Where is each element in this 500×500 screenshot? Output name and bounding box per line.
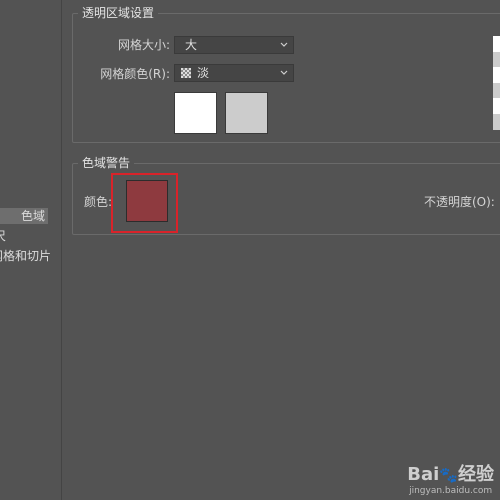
transparency-settings-title: 透明区域设置 — [78, 6, 159, 20]
sidebar-item-grids-slices[interactable]: 网格和切片 — [0, 248, 54, 264]
paw-icon: 🐾 — [439, 466, 458, 484]
chevron-down-icon — [280, 70, 288, 75]
grid-size-value: 大 — [185, 38, 198, 52]
opacity-label: 不透明度(O): — [424, 195, 495, 209]
sidebar-item-label: 尺 — [0, 228, 6, 244]
sidebar-item-label: 色域 — [20, 209, 45, 223]
gamut-color-label: 颜色: — [84, 195, 113, 209]
highlight-box — [111, 173, 178, 233]
grid-size-select[interactable]: 大 — [174, 36, 294, 54]
chevron-down-icon — [280, 42, 288, 47]
sidebar-item-label: 网格和切片 — [0, 249, 51, 263]
watermark-url: jingyan.baidu.com — [409, 486, 493, 496]
grid-color-label: 网格颜色(R): — [100, 67, 170, 81]
grid-color-value: 淡 — [197, 66, 210, 80]
sidebar-item-rulers[interactable]: 尺 — [0, 228, 9, 244]
grid-color-swatch-dark[interactable] — [225, 92, 268, 134]
sidebar-item-gamut[interactable]: 色域 — [0, 208, 48, 224]
transparency-preview — [493, 36, 500, 130]
baidu-jingyan-watermark: Bai🐾经验 jingyan.baidu.com — [407, 460, 494, 496]
gamut-warning-title: 色域警告 — [78, 156, 135, 170]
baidu-logo: Bai🐾经验 — [407, 464, 494, 485]
grid-color-select[interactable]: 淡 — [174, 64, 294, 82]
grid-size-label: 网格大小: — [117, 38, 170, 52]
preferences-sidebar: 色域 尺 网格和切片 — [0, 0, 62, 500]
grid-color-swatch-light[interactable] — [174, 92, 217, 134]
checkerboard-icon — [181, 68, 191, 78]
